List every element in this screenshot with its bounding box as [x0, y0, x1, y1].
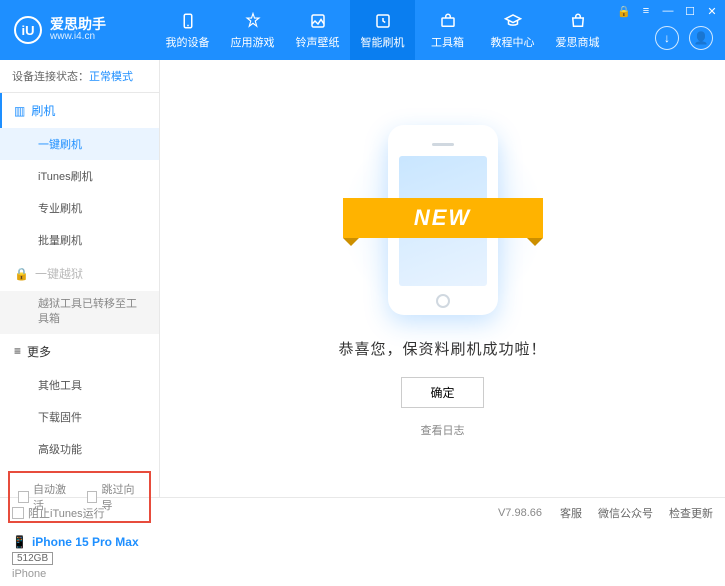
ok-button[interactable]: 确定 — [401, 377, 483, 408]
minimize-icon[interactable]: — — [661, 4, 675, 18]
maximize-icon[interactable]: ☐ — [683, 4, 697, 18]
sidebar-item-pro-flash[interactable]: 专业刷机 — [0, 192, 159, 224]
footer-link-wechat[interactable]: 微信公众号 — [598, 505, 653, 521]
checkbox-icon — [18, 491, 29, 503]
main-content: NEW 恭喜您，保资料刷机成功啦！ 确定 查看日志 — [160, 60, 725, 497]
nav-toolbox[interactable]: 工具箱 — [415, 0, 480, 60]
sidebar: 设备连接状态：正常模式 ▥ 刷机 一键刷机 iTunes刷机 专业刷机 批量刷机… — [0, 60, 160, 497]
sidebar-item-advanced[interactable]: 高级功能 — [0, 433, 159, 465]
lock-icon[interactable]: 🔒 — [617, 4, 631, 18]
footer-link-update[interactable]: 检查更新 — [669, 505, 713, 521]
nav-smart-flash[interactable]: 智能刷机 — [350, 0, 415, 60]
checkbox-icon — [12, 507, 24, 519]
new-ribbon: NEW — [343, 198, 543, 238]
phone-icon: 📱 — [12, 535, 27, 549]
device-type: iPhone — [12, 568, 147, 580]
sidebar-item-batch-flash[interactable]: 批量刷机 — [0, 224, 159, 256]
flash-icon — [373, 11, 393, 31]
user-button[interactable]: 👤 — [689, 26, 713, 50]
connection-status: 设备连接状态：正常模式 — [0, 60, 159, 93]
close-icon[interactable]: ✕ — [705, 4, 719, 18]
view-log-link[interactable]: 查看日志 — [421, 422, 465, 438]
sidebar-section-jailbreak[interactable]: 🔒 一键越狱 — [0, 256, 159, 291]
tutorial-icon — [503, 11, 523, 31]
nav-store[interactable]: 爱思商城 — [545, 0, 610, 60]
sidebar-item-oneclick-flash[interactable]: 一键刷机 — [0, 128, 159, 160]
device-info: 📱 iPhone 15 Pro Max 512GB iPhone — [0, 529, 159, 586]
nav-ringtone-wallpaper[interactable]: 铃声壁纸 — [285, 0, 350, 60]
app-header: iU 爱思助手 www.i4.cn 我的设备 应用游戏 铃声壁纸 智能刷机 工具… — [0, 0, 725, 60]
device-icon — [178, 11, 198, 31]
download-button[interactable]: ↓ — [655, 26, 679, 50]
nav-tutorials[interactable]: 教程中心 — [480, 0, 545, 60]
apps-icon — [243, 11, 263, 31]
success-illustration: NEW — [353, 120, 533, 320]
wallpaper-icon — [308, 11, 328, 31]
success-message: 恭喜您，保资料刷机成功啦！ — [338, 338, 546, 359]
menu-icon[interactable]: ≡ — [639, 4, 653, 18]
device-name[interactable]: 📱 iPhone 15 Pro Max — [12, 535, 147, 549]
logo-area: iU 爱思助手 www.i4.cn — [0, 16, 155, 44]
footer-link-support[interactable]: 客服 — [560, 505, 582, 521]
sidebar-item-download-firmware[interactable]: 下载固件 — [0, 401, 159, 433]
device-storage-badge: 512GB — [12, 552, 53, 565]
logo-icon: iU — [14, 16, 42, 44]
store-icon — [568, 11, 588, 31]
nav-my-device[interactable]: 我的设备 — [155, 0, 220, 60]
sidebar-item-itunes-flash[interactable]: iTunes刷机 — [0, 160, 159, 192]
more-section-icon: ≡ — [14, 344, 21, 358]
sidebar-section-flash[interactable]: ▥ 刷机 — [0, 93, 159, 128]
lock-icon: 🔒 — [14, 267, 29, 281]
sidebar-jailbreak-note: 越狱工具已转移至工具箱 — [0, 291, 159, 334]
checkbox-block-itunes[interactable]: 阻止iTunes运行 — [12, 505, 105, 521]
sidebar-section-more[interactable]: ≡ 更多 — [0, 334, 159, 369]
app-url: www.i4.cn — [50, 31, 106, 43]
toolbox-icon — [438, 11, 458, 31]
version-label: V7.98.66 — [498, 507, 542, 519]
window-controls: 🔒 ≡ — ☐ ✕ — [617, 4, 719, 18]
app-title: 爱思助手 — [50, 17, 106, 31]
nav-apps-games[interactable]: 应用游戏 — [220, 0, 285, 60]
sidebar-item-other-tools[interactable]: 其他工具 — [0, 369, 159, 401]
flash-section-icon: ▥ — [14, 104, 25, 118]
checkbox-icon — [87, 491, 98, 503]
